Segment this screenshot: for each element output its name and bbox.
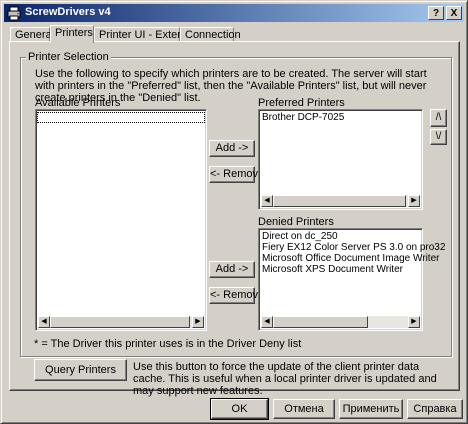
denied-printers-list[interactable]: Direct on dc_250 Fiery EX12 Color Server … xyxy=(258,228,445,331)
scroll-thumb[interactable] xyxy=(273,195,406,207)
move-up-button[interactable]: /\ xyxy=(430,109,447,127)
query-description: Use this button to force the update of t… xyxy=(133,361,437,397)
help-button[interactable]: ? xyxy=(428,6,444,20)
close-button[interactable]: X xyxy=(446,6,462,20)
printer-selection-label: Printer Selection xyxy=(26,51,111,63)
list-item[interactable]: Microsoft Office Document Image Writer xyxy=(259,253,439,264)
add-to-preferred-button[interactable]: Add -> xyxy=(209,140,255,157)
tab-general[interactable]: General xyxy=(10,27,54,42)
focus-placeholder-item[interactable] xyxy=(37,112,205,123)
apply-button[interactable]: Применить xyxy=(339,399,403,419)
list-item[interactable]: Direct on dc_250 xyxy=(259,231,422,242)
arrow-left-icon[interactable]: ◀ xyxy=(261,316,273,328)
scroll-thumb[interactable] xyxy=(273,316,368,328)
title-bar[interactable]: ScrewDrivers v4 ? X xyxy=(4,4,464,22)
denied-horizontal-scrollbar[interactable]: ◀ ▶ xyxy=(261,316,420,328)
window-title: ScrewDrivers v4 xyxy=(25,6,111,18)
list-item[interactable]: Brother DCP-7025 xyxy=(259,112,422,123)
available-printers-list[interactable]: ◀ ▶ xyxy=(35,109,207,331)
preferred-horizontal-scrollbar[interactable]: ◀ ▶ xyxy=(261,195,420,207)
remove-from-denied-button[interactable]: <- Remove xyxy=(209,287,264,304)
preferred-printers-label: Preferred Printers xyxy=(258,97,345,109)
arrow-right-icon[interactable]: ▶ xyxy=(408,195,420,207)
tab-printers[interactable]: Printers xyxy=(50,25,94,43)
move-down-button[interactable]: \/ xyxy=(430,129,447,145)
list-item[interactable]: Fiery EX12 Color Server PS 3.0 on pro32 xyxy=(259,242,445,253)
denied-printers-label: Denied Printers xyxy=(258,216,334,228)
tab-connection[interactable]: Connection xyxy=(180,27,241,42)
arrow-right-icon[interactable]: ▶ xyxy=(408,316,420,328)
driver-deny-note: * = The Driver this printer uses is in t… xyxy=(34,338,302,350)
add-to-denied-button[interactable]: Add -> xyxy=(209,261,255,278)
arrow-right-icon[interactable]: ▶ xyxy=(192,316,204,328)
arrow-left-icon[interactable]: ◀ xyxy=(261,195,273,207)
query-printers-button[interactable]: Query Printers xyxy=(34,359,127,381)
cancel-button[interactable]: Отмена xyxy=(273,399,335,419)
screwdrivers-dialog: ScrewDrivers v4 ? X General Printers Pri… xyxy=(0,0,468,424)
ok-button[interactable]: OK xyxy=(210,398,269,420)
remove-from-preferred-button[interactable]: <- Remove xyxy=(209,166,264,183)
scroll-thumb[interactable] xyxy=(50,316,190,328)
arrow-left-icon[interactable]: ◀ xyxy=(38,316,50,328)
available-horizontal-scrollbar[interactable]: ◀ ▶ xyxy=(38,316,204,328)
printer-app-icon xyxy=(6,5,22,21)
preferred-printers-list[interactable]: Brother DCP-7025 ◀ ▶ xyxy=(258,109,423,210)
available-printers-label: Available Printers xyxy=(35,97,121,109)
help-dialog-button[interactable]: Справка xyxy=(407,399,463,419)
tab-printer-ui-extended[interactable]: Printer UI - Extended xyxy=(94,27,202,42)
list-item[interactable]: Microsoft XPS Document Writer xyxy=(259,264,422,275)
